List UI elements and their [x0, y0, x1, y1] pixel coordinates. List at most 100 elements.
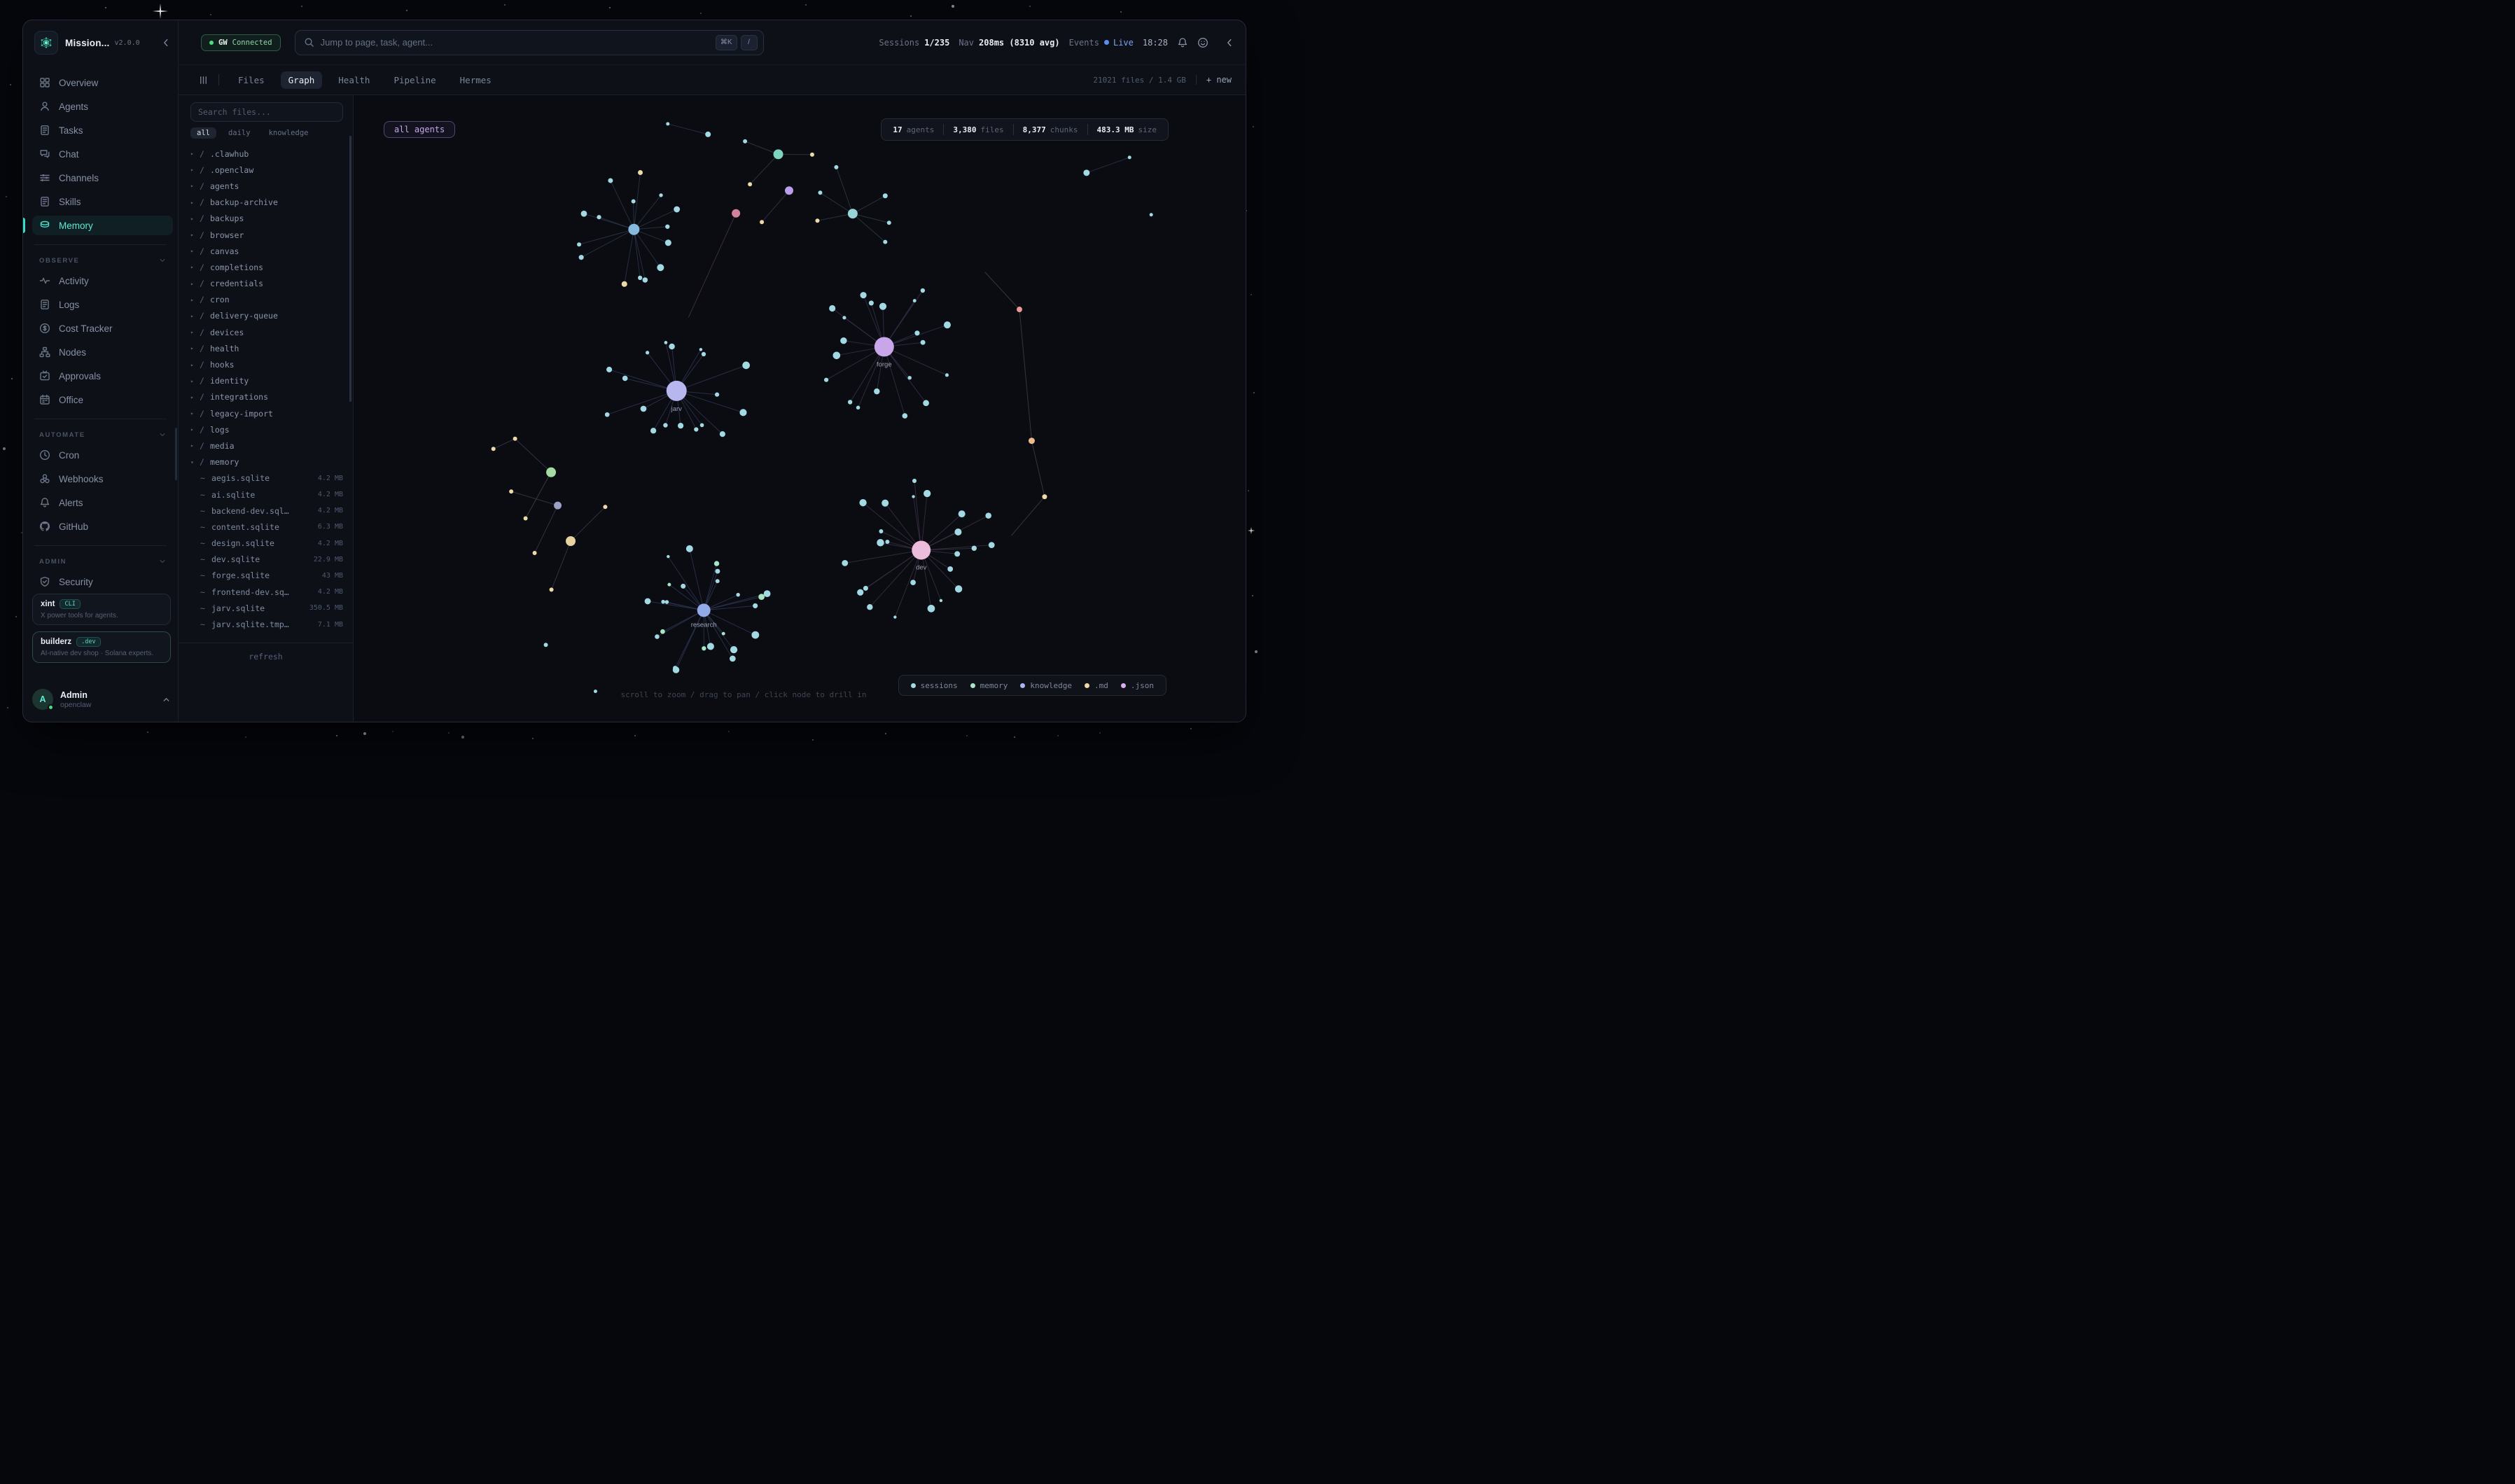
sidebar-item-channels[interactable]: Channels	[23, 166, 178, 190]
graph-satellite[interactable]	[715, 393, 719, 397]
graph-satellite[interactable]	[985, 512, 991, 519]
graph-satellite[interactable]	[921, 340, 926, 345]
graph-node-teal1[interactable]	[774, 149, 783, 159]
graph-node-blA[interactable]	[544, 643, 548, 647]
tab-health[interactable]: Health	[330, 71, 377, 89]
graph-node-rose1[interactable]	[732, 209, 740, 218]
tree-folder-health[interactable]: ▸/health	[179, 340, 353, 356]
graph-satellite[interactable]	[914, 330, 919, 335]
layout-columns-icon[interactable]	[198, 75, 209, 85]
graph-satellite[interactable]	[910, 580, 916, 585]
graph-satellite[interactable]	[928, 605, 935, 612]
graph-satellite[interactable]	[840, 337, 847, 344]
sidebar-scrollbar[interactable]	[175, 428, 177, 480]
graph-satellite[interactable]	[921, 288, 925, 293]
graph-satellite[interactable]	[753, 603, 758, 608]
graph-satellite[interactable]	[665, 225, 669, 229]
graph-node-ne-hub[interactable]	[848, 209, 858, 218]
graph-satellite[interactable]	[730, 646, 737, 653]
graph-satellite[interactable]	[715, 569, 720, 574]
tree-folder-integrations[interactable]: ▸/integrations	[179, 389, 353, 405]
tree-folder-media[interactable]: ▸/media	[179, 438, 353, 454]
graph-satellite[interactable]	[842, 316, 846, 319]
graph-satellite[interactable]	[622, 281, 627, 287]
tree-folder--openclaw[interactable]: ▸/.openclaw	[179, 162, 353, 178]
graph-node-p1[interactable]	[760, 220, 764, 224]
graph-node-slate1[interactable]	[554, 502, 562, 510]
graph-node-topA[interactable]	[666, 122, 669, 125]
graph-satellite[interactable]	[739, 409, 746, 416]
graph-satellite[interactable]	[663, 423, 667, 427]
graph-satellite[interactable]	[924, 490, 931, 497]
graph-satellite[interactable]	[665, 239, 671, 246]
graph-satellite[interactable]	[947, 566, 953, 572]
graph-satellite[interactable]	[742, 362, 750, 370]
graph-satellite[interactable]	[877, 539, 884, 547]
sidebar-item-memory[interactable]: Memory	[23, 214, 178, 237]
tree-file-content-sqlite[interactable]: ~content.sqlite6.3 MB	[179, 519, 353, 535]
tree-folder-logs[interactable]: ▸/logs	[179, 421, 353, 438]
sidebar-item-cost-tracker[interactable]: Cost Tracker	[23, 316, 178, 340]
sidebar-item-tasks[interactable]: Tasks	[23, 118, 178, 142]
graph-node-salmon1[interactable]	[1017, 307, 1022, 312]
graph-satellite[interactable]	[597, 215, 601, 219]
graph-satellite[interactable]	[667, 583, 671, 587]
live-label[interactable]: Live	[1113, 38, 1134, 48]
feedback-smiley-icon[interactable]	[1197, 37, 1208, 48]
graph-satellite[interactable]	[674, 206, 680, 213]
sidebar-item-security[interactable]: Security	[23, 570, 178, 594]
graph-satellite[interactable]	[923, 400, 929, 406]
graph-satellite[interactable]	[716, 579, 720, 583]
graph-satellite[interactable]	[581, 211, 587, 217]
graph-node-ne1[interactable]	[834, 165, 838, 169]
graph-satellite[interactable]	[661, 600, 665, 604]
file-search-input[interactable]	[198, 103, 335, 121]
graph-node-ne3[interactable]	[815, 218, 819, 223]
graph-satellite[interactable]	[955, 585, 962, 592]
graph-node-t1[interactable]	[743, 139, 747, 144]
graph-satellite[interactable]	[622, 376, 628, 382]
graph-satellite[interactable]	[885, 540, 889, 544]
graph-satellite[interactable]	[824, 378, 828, 382]
graph-satellite[interactable]	[722, 632, 725, 636]
graph-satellite[interactable]	[707, 643, 714, 650]
tab-files[interactable]: Files	[230, 71, 272, 89]
graph-node-t3[interactable]	[748, 182, 752, 186]
graph-satellite[interactable]	[856, 406, 861, 410]
refresh-button[interactable]: refresh	[179, 652, 353, 662]
tree-file-frontend-dev-sq-[interactable]: ~frontend-dev.sq…4.2 MB	[179, 584, 353, 600]
new-button[interactable]: + new	[1206, 75, 1232, 85]
graph-hub-research[interactable]	[697, 603, 711, 617]
sidebar-item-webhooks[interactable]: Webhooks	[23, 467, 178, 491]
graph-node-purple1[interactable]	[785, 186, 793, 195]
graph-satellite[interactable]	[665, 600, 669, 604]
section-header-observe[interactable]: OBSERVE	[23, 252, 178, 269]
graph-satellite[interactable]	[669, 344, 675, 350]
graph-node-tan1[interactable]	[566, 536, 576, 546]
graph-satellite[interactable]	[702, 646, 706, 650]
graph-satellite[interactable]	[879, 529, 883, 533]
tree-file-jarv-sqlite-tmp-[interactable]: ~jarv.sqlite.tmp…7.1 MB	[179, 616, 353, 632]
graph-satellite[interactable]	[606, 367, 612, 372]
graph-node-ne6[interactable]	[883, 240, 887, 244]
tree-file-ai-sqlite[interactable]: ~ai.sqlite4.2 MB	[179, 486, 353, 503]
graph-satellite[interactable]	[643, 277, 648, 283]
graph-satellite[interactable]	[869, 300, 874, 305]
tree-folder-delivery-queue[interactable]: ▸/delivery-queue	[179, 308, 353, 324]
graph-satellite[interactable]	[954, 551, 960, 556]
graph-node-yD[interactable]	[524, 517, 528, 521]
promo-card-builderz[interactable]: builderz.devAI-native dev shop · Solana …	[32, 631, 171, 663]
graph-satellite[interactable]	[638, 170, 643, 175]
graph-node-yG[interactable]	[550, 587, 554, 592]
sidebar-item-github[interactable]: GitHub	[23, 514, 178, 538]
graph-satellite[interactable]	[673, 666, 677, 670]
sidebar-item-skills[interactable]: Skills	[23, 190, 178, 214]
graph-satellite[interactable]	[882, 500, 889, 507]
graph-satellite[interactable]	[660, 629, 665, 634]
sidebar-item-cron[interactable]: Cron	[23, 443, 178, 467]
graph-satellite[interactable]	[832, 351, 840, 359]
graph-node-topB[interactable]	[705, 132, 711, 137]
graph-satellite[interactable]	[907, 376, 911, 379]
graph-satellite[interactable]	[842, 560, 848, 566]
graph-node-ne2[interactable]	[818, 190, 822, 195]
